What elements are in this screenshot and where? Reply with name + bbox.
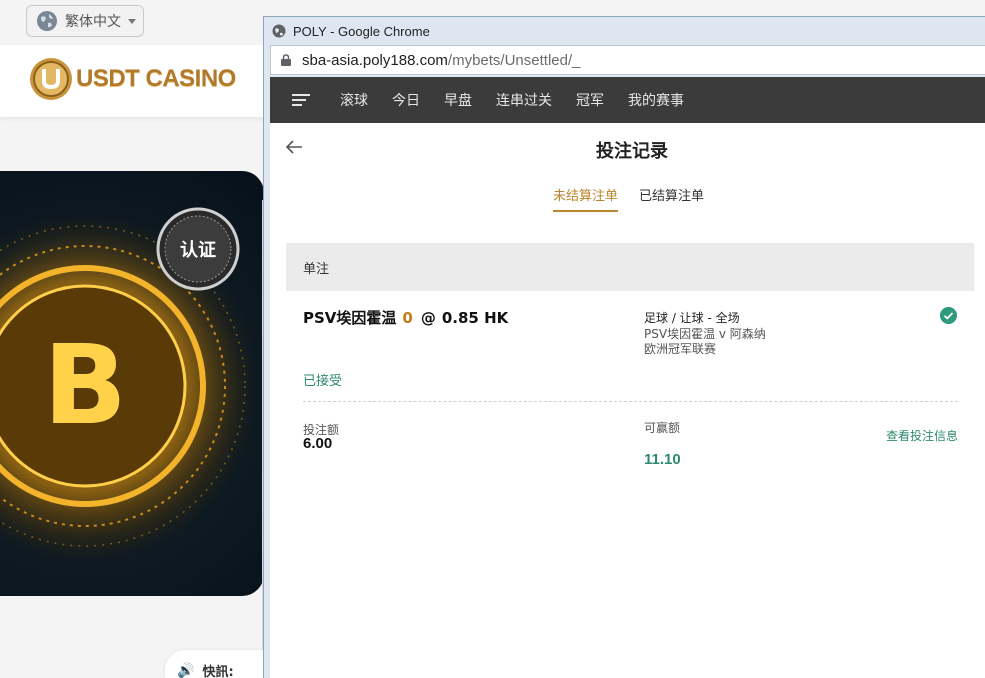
verified-badge: 认证 <box>156 207 240 291</box>
stake-value: 6.00 <box>303 435 333 452</box>
page-header: 投注记录 <box>270 123 985 171</box>
sports-nav: 滚球 今日 早盘 连串过关 冠军 我的赛事 <box>270 77 985 123</box>
bet-status: 已接受 <box>303 374 343 389</box>
tab-settled[interactable]: 已结算注单 <box>639 185 704 204</box>
bet-card: PSV埃因霍温 0 @0.85 HK 足球 / 让球 - 全场 PSV埃因霍温 v … <box>286 291 974 491</box>
site-favicon-icon <box>272 24 286 38</box>
nav-item-parlay[interactable]: 连串过关 <box>496 90 552 110</box>
lock-icon <box>281 54 291 66</box>
bet-odds: 0.85 HK <box>441 309 509 327</box>
language-label: 繁体中文 <box>65 14 121 30</box>
bet-at-symbol: @ <box>420 309 436 327</box>
section-single-bets: 单注 <box>286 243 974 291</box>
check-circle-icon <box>940 307 957 324</box>
nav-item-outright[interactable]: 冠军 <box>576 90 604 110</box>
bitcoin-illustration: B 认证 <box>0 207 260 561</box>
bet-tabs: 未结算注单 已结算注单 <box>270 171 985 212</box>
url-host: sba-asia.poly188.com <box>302 51 448 69</box>
url-text: sba-asia.poly188.com/mybets/Unsettled/_ <box>302 52 580 69</box>
view-bet-details-link[interactable]: 查看投注信息 <box>886 427 958 444</box>
selection-team: PSV埃因霍温 <box>303 309 397 327</box>
hamburger-menu-icon[interactable] <box>292 93 310 107</box>
globe-icon <box>37 11 57 31</box>
window-title: POLY - Google Chrome <box>293 23 430 39</box>
notice-label: 快訊: <box>202 664 234 678</box>
svg-text:B: B <box>43 321 127 449</box>
url-path: /mybets/Unsettled/_ <box>447 51 581 69</box>
page-viewport: 滚球 今日 早盘 连串过关 冠军 我的赛事 投注记录 未结算注单 已结算注单 单… <box>270 77 985 678</box>
bet-market: 足球 / 让球 - 全场 <box>644 311 740 325</box>
language-selector[interactable]: 繁体中文 <box>26 5 144 37</box>
nav-item-my-events[interactable]: 我的赛事 <box>628 90 684 110</box>
win-label: 可赢额 <box>644 421 681 435</box>
page-title: 投注记录 <box>596 141 668 162</box>
nav-item-today[interactable]: 今日 <box>392 90 420 110</box>
chevron-down-icon <box>128 18 136 24</box>
win-value: 11.10 <box>644 451 681 468</box>
address-bar[interactable]: sba-asia.poly188.com/mybets/Unsettled/_ <box>270 45 985 75</box>
badge-text: 认证 <box>180 239 216 261</box>
bet-handicap: 0 <box>402 309 413 327</box>
browser-popup-window[interactable]: POLY - Google Chrome sba-asia.poly188.co… <box>263 16 985 678</box>
bitcoin-banner[interactable]: B 认证 <box>0 171 264 596</box>
notice-bar[interactable]: 🔊 快訊: <box>165 650 265 678</box>
tab-unsettled[interactable]: 未结算注单 <box>553 185 619 212</box>
bet-selection: PSV埃因霍温 0 @0.85 HK <box>303 307 508 328</box>
bet-league: 欧洲冠军联赛 <box>644 342 717 356</box>
casino-coin-icon <box>30 58 72 100</box>
nav-item-early[interactable]: 早盘 <box>444 90 472 110</box>
speaker-icon: 🔊 <box>177 661 195 678</box>
logo-text: USDT CASINO <box>76 65 236 92</box>
site-logo[interactable]: USDT CASINO <box>28 56 236 102</box>
divider <box>303 401 958 402</box>
window-titlebar[interactable]: POLY - Google Chrome <box>264 17 985 45</box>
nav-item-live[interactable]: 滚球 <box>340 90 368 110</box>
